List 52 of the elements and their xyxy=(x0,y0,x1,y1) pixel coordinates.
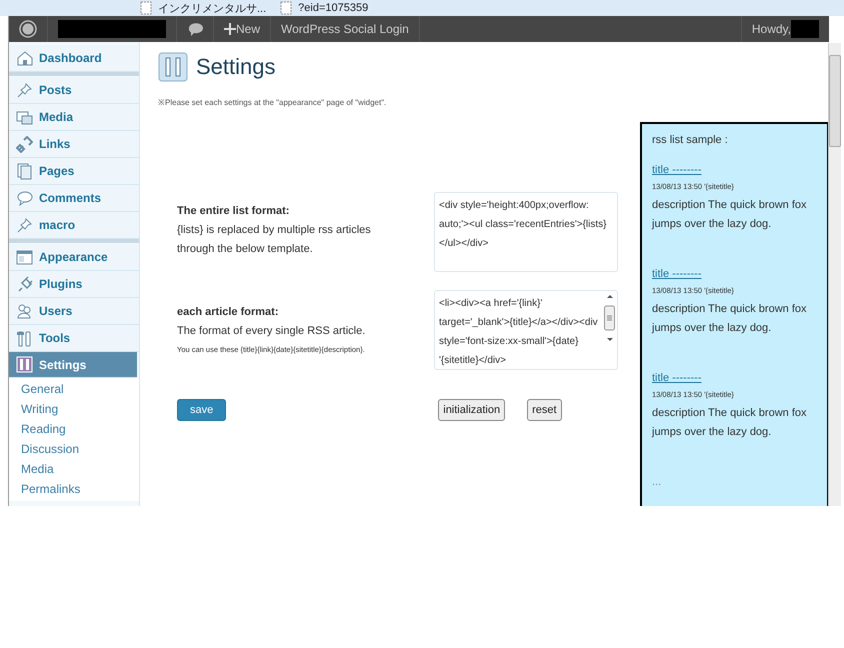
submenu-item[interactable]: General xyxy=(21,382,139,397)
article-description: description The quick brown fox jumps over the lazy dog. xyxy=(652,302,808,336)
house-icon xyxy=(16,50,33,66)
field-description: The format of every single RSS article. xyxy=(177,324,366,339)
page-icon xyxy=(280,1,292,15)
pages-icon xyxy=(16,162,33,180)
comment-icon xyxy=(187,22,203,36)
submenu-item[interactable]: Reading xyxy=(21,422,139,437)
article-description: description The quick brown fox jumps over the lazy dog. xyxy=(652,198,808,232)
page-icon xyxy=(140,1,152,15)
page-title: Settings xyxy=(196,54,276,80)
browser-tab[interactable]: ?eid=1075359 xyxy=(298,2,368,14)
field-label: each article format: xyxy=(177,306,280,318)
scrollbar-thumb[interactable] xyxy=(829,55,841,147)
settings-icon xyxy=(158,52,188,82)
field-description: {lists} is replaced by multiple rss articles through the below template. xyxy=(177,223,372,257)
article-title-link[interactable]: title -------- xyxy=(652,372,702,384)
wordpress-logo-icon xyxy=(19,20,37,38)
speech-bubble-icon xyxy=(16,190,33,206)
submenu-item[interactable]: Writing xyxy=(21,402,139,417)
notice-text: ※Please set each settings at the "appearance" page of "widget". xyxy=(158,97,388,107)
users-icon xyxy=(16,302,33,320)
window-icon xyxy=(16,248,33,266)
template-textarea[interactable]: <div style='height:400px;overflow: auto;'><ul class='recentEntries'>{lists}</ul></div> xyxy=(434,192,618,272)
submenu-item[interactable]: Discussion xyxy=(21,442,139,457)
pushpin-icon xyxy=(16,82,33,98)
action-button[interactable]: reset xyxy=(527,399,562,421)
field-label: The entire list format: xyxy=(177,205,290,217)
article-title-link[interactable]: title -------- xyxy=(652,268,702,280)
submenu-item[interactable]: Permalinks xyxy=(21,482,139,497)
action-button[interactable]: initialization xyxy=(438,399,506,421)
template-textarea[interactable]: <li><div><a href='{link}' target='_blank'>{title}</a></div><div style='font-size:xx-small'>{date} '{sitetitle}</div> xyxy=(434,290,618,370)
plus-icon xyxy=(224,23,236,35)
plug-icon xyxy=(16,276,33,292)
scrollbar[interactable] xyxy=(828,43,841,506)
preview-heading: rss list sample : xyxy=(652,134,729,146)
tools-icon xyxy=(16,330,33,346)
sidebar-item[interactable]: Settings xyxy=(9,352,137,378)
media-icon xyxy=(16,108,33,126)
pushpin-icon xyxy=(16,216,33,234)
article-title-link[interactable]: title -------- xyxy=(652,164,702,176)
chain-link-icon xyxy=(16,136,33,152)
new-link[interactable]: New xyxy=(214,16,272,42)
submenu-item[interactable]: Media xyxy=(21,462,139,477)
scrollbar-drawing xyxy=(603,294,616,344)
settings-icon xyxy=(16,356,33,373)
article-description: description The quick brown fox jumps over the lazy dog. xyxy=(652,406,808,440)
account-menu[interactable]: Howdy, xyxy=(740,16,829,42)
plugin-link[interactable]: WordPress Social Login xyxy=(271,16,420,42)
browser-tab[interactable]: インクリメンタルサ... xyxy=(158,0,266,16)
save-button[interactable]: save xyxy=(177,399,226,421)
ellipsis-text: ... xyxy=(652,476,662,488)
